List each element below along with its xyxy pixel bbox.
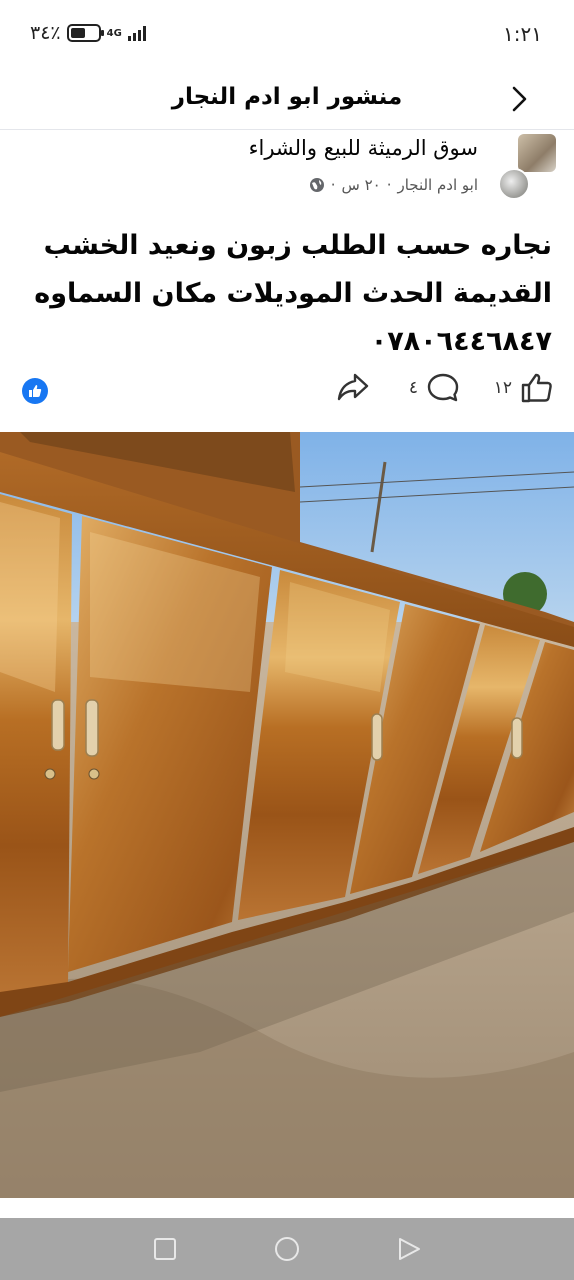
reactions-bar: ٤ ١٢ — [0, 368, 574, 414]
comment-count: ٤ — [408, 378, 418, 398]
battery-icon — [66, 24, 104, 42]
post-meta: ابو ادم النجار · ٢٠ س · — [309, 176, 478, 194]
meta-dot: · — [386, 176, 392, 194]
author-avatar[interactable] — [498, 168, 530, 200]
like-icon[interactable] — [22, 378, 48, 404]
like-button[interactable]: ١٢ — [494, 372, 554, 404]
thumbs-up-icon — [521, 373, 552, 403]
status-indicators: ٣٤٪ 4G — [30, 22, 146, 44]
home-icon[interactable] — [274, 1236, 300, 1262]
status-bar: ٣٤٪ 4G ١:٢١ — [0, 0, 574, 70]
post-text-line: نجاره حسب الطلب زبون ونعيد الخشب — [43, 230, 552, 261]
globe-icon — [309, 178, 324, 192]
group-name[interactable]: سوق الرميثة للبيع والشراء — [249, 136, 478, 160]
share-icon — [337, 373, 369, 401]
battery-percent: ٣٤٪ — [30, 22, 61, 44]
page-title: منشور ابو ادم النجار — [171, 84, 403, 110]
network-type: 4G — [106, 27, 122, 39]
author-name[interactable]: ابو ادم النجار — [397, 176, 478, 194]
meta-dot: · — [330, 176, 336, 194]
post-time: ٢٠ س — [341, 176, 381, 194]
post-header-bar: منشور ابو ادم النجار — [0, 70, 574, 130]
signal-icon — [127, 25, 146, 41]
like-count: ١٢ — [493, 378, 512, 398]
comment-icon — [427, 373, 459, 402]
wooden-wardrobe-photo[interactable] — [0, 432, 574, 1198]
status-time: ١:٢١ — [503, 22, 542, 46]
post-phone-number[interactable]: ٠٧٨٠٦٤٤٦٨٤٧ — [22, 318, 552, 366]
back-triangle-icon[interactable] — [396, 1236, 422, 1262]
android-nav-bar — [0, 1218, 574, 1280]
post-text: نجاره حسب الطلب زبون ونعيد الخشب القديمة… — [22, 222, 552, 366]
chevron-right-icon[interactable] — [504, 84, 534, 114]
group-avatar[interactable] — [518, 134, 556, 172]
post-text-line: القديمة الحدث الموديلات مكان السماوه — [34, 278, 552, 309]
recent-apps-icon[interactable] — [152, 1236, 178, 1262]
comment-button[interactable]: ٤ — [409, 372, 460, 404]
post-author-block: سوق الرميثة للبيع والشراء ابو ادم النجار… — [0, 132, 574, 204]
share-button[interactable] — [336, 372, 370, 402]
